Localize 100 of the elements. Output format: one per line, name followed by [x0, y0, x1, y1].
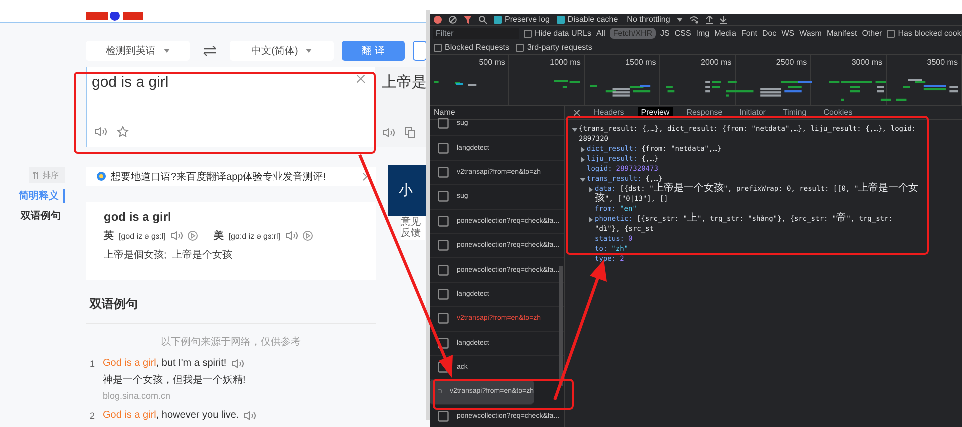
panel-tab[interactable]: Initiator — [736, 107, 769, 118]
ad-text: 小 — [399, 182, 413, 200]
checkbox-option[interactable]: Hide data URLs — [524, 29, 592, 38]
example-sentence: God is a girl, but I'm a spirit! — [103, 358, 227, 369]
meaning-text: 上帝是個女孩; 上帝是个女孩 — [104, 248, 234, 262]
type-filter[interactable]: CSS — [674, 29, 692, 38]
file-icon — [438, 338, 449, 349]
swap-icon[interactable] — [203, 46, 217, 56]
checkbox-option[interactable]: 3rd-party requests — [516, 43, 592, 52]
file-icon — [438, 240, 449, 252]
checkbox-option[interactable]: Disable cache — [556, 15, 618, 24]
time-tick: 1000 ms — [550, 58, 581, 67]
time-tick: 2500 ms — [776, 58, 808, 67]
type-filter[interactable]: Img — [696, 29, 710, 38]
expand-arrow-icon[interactable] — [587, 186, 595, 194]
speaker-icon[interactable] — [170, 231, 183, 241]
star-icon[interactable] — [117, 126, 129, 138]
checkbox[interactable] — [524, 30, 532, 38]
sidebar-item[interactable]: 双语例句 — [21, 209, 65, 223]
source-text-field[interactable]: god is a girl — [86, 67, 375, 147]
time-tick: 500 ms — [479, 58, 506, 67]
example-number: 1 — [90, 358, 96, 371]
file-icon — [438, 288, 449, 300]
close-icon[interactable] — [357, 75, 365, 83]
side-button[interactable] — [413, 41, 427, 61]
type-filter[interactable]: All — [596, 29, 606, 38]
file-icon — [438, 313, 449, 324]
source-note: 以下例句来源于网络，仅供参考 — [161, 336, 301, 349]
search-icon[interactable] — [479, 16, 487, 24]
checkbox[interactable] — [516, 44, 524, 52]
wifi-settings-icon[interactable] — [690, 16, 700, 24]
file-icon — [438, 166, 449, 178]
play-icon[interactable] — [188, 231, 198, 241]
example-number: 2 — [90, 410, 96, 421]
sort-icon — [33, 172, 40, 178]
speaker-icon[interactable] — [383, 128, 395, 138]
headword: god is a girl — [104, 210, 172, 224]
clear-icon[interactable] — [449, 16, 457, 24]
type-filter[interactable]: Wasm — [800, 29, 822, 38]
expand-arrow-icon[interactable] — [579, 146, 587, 154]
example-translation: 神是一个女孩，但我是一个妖精! — [103, 374, 246, 387]
panel-tab[interactable]: Timing — [780, 107, 810, 118]
checkbox[interactable] — [887, 30, 896, 38]
app-icon — [97, 172, 106, 181]
type-filter[interactable]: Manifest — [826, 29, 858, 38]
file-icon — [438, 142, 449, 154]
type-filter[interactable]: Doc — [762, 29, 777, 38]
caret-icon — [306, 49, 312, 53]
file-icon — [438, 191, 449, 202]
download-icon[interactable] — [720, 16, 728, 24]
file-icon — [438, 410, 449, 422]
translation-text: 上帝是 — [381, 73, 428, 92]
column-header: Name — [430, 106, 564, 120]
time-tick: 1500 ms — [626, 58, 656, 67]
section-heading: 双语例句 — [86, 280, 376, 324]
close-icon[interactable] — [574, 110, 580, 116]
filter-icon[interactable] — [464, 16, 472, 24]
phonetic-text: [god iz ə gɜːl] — [119, 232, 166, 240]
example-sentence: God is a girl, however you live. — [103, 410, 240, 421]
file-icon — [438, 216, 449, 227]
panel-tab[interactable]: Headers — [591, 107, 628, 118]
record-icon[interactable] — [434, 16, 442, 24]
checkbox[interactable] — [556, 16, 565, 24]
checkbox-option[interactable]: Blocked Requests — [434, 43, 510, 52]
speaker-icon[interactable] — [95, 127, 107, 137]
example-source: blog.sina.com.cn — [103, 391, 172, 401]
scrollbar[interactable] — [426, 10, 430, 420]
type-filter[interactable]: JS — [660, 29, 670, 38]
throttling-dropdown[interactable]: No throttling — [627, 15, 670, 24]
accent-label: 英 — [104, 230, 114, 243]
panel-tab[interactable]: Response — [684, 107, 726, 118]
play-icon[interactable] — [302, 231, 313, 241]
checkbox-option[interactable]: Preserve log — [494, 15, 550, 24]
type-filter[interactable]: Font — [741, 29, 758, 38]
phonetic-text: [gɑːd iz ə gɜːrl] — [228, 232, 281, 240]
file-icon — [438, 362, 449, 374]
panel-tab[interactable]: Cookies — [820, 107, 856, 118]
caret-icon — [677, 18, 684, 22]
filter-field[interactable]: Filter — [433, 28, 519, 39]
type-filter[interactable]: Other — [862, 29, 882, 38]
type-filter[interactable]: Media — [714, 29, 736, 38]
upload-icon[interactable] — [706, 16, 714, 24]
copy-icon[interactable] — [405, 127, 415, 138]
time-tick: 3500 ms — [927, 58, 958, 67]
collapse-arrow-icon[interactable] — [571, 126, 579, 134]
feedback-button[interactable]: 意见反馈 — [401, 216, 425, 240]
type-filter[interactable]: WS — [782, 29, 795, 38]
speaker-icon[interactable] — [244, 410, 256, 420]
expand-arrow-icon[interactable] — [587, 216, 595, 224]
caret-icon — [164, 49, 170, 53]
checkbox[interactable] — [434, 44, 442, 52]
collapse-arrow-icon[interactable] — [579, 176, 587, 184]
language-dropdown[interactable]: 检测到英语 — [86, 41, 190, 61]
speaker-icon[interactable] — [286, 231, 298, 241]
time-tick: 2000 ms — [701, 58, 732, 67]
speaker-icon[interactable] — [232, 358, 244, 368]
language-dropdown[interactable]: 中文(简体) — [230, 41, 334, 61]
checkbox[interactable] — [494, 16, 502, 24]
promo-banner[interactable]: 想要地道口语?来百度翻译app体验专业发音测评! — [86, 167, 376, 186]
expand-arrow-icon[interactable] — [579, 156, 587, 164]
